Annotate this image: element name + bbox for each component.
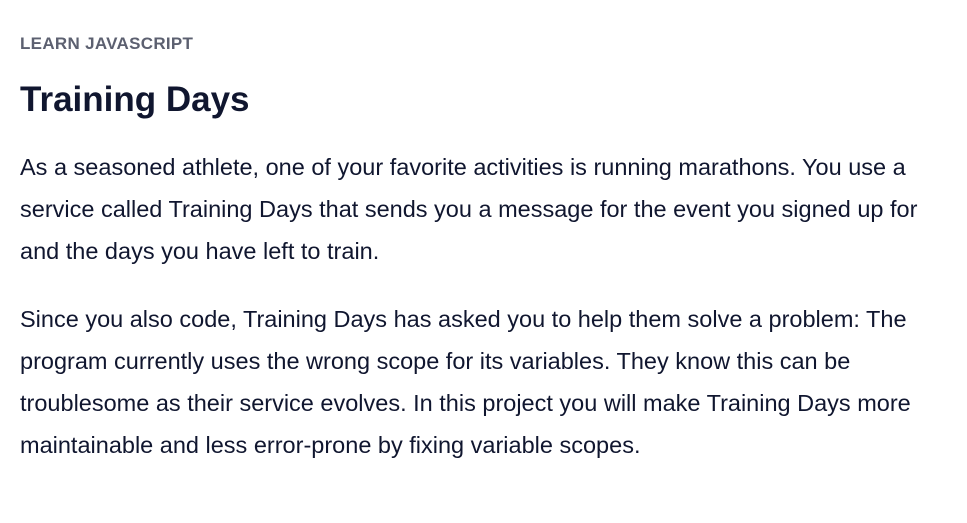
task-paragraph: Since you also code, Training Days has a… bbox=[20, 306, 911, 458]
course-category: LEARN JAVASCRIPT bbox=[20, 34, 194, 53]
page-title: Training Days bbox=[20, 80, 250, 119]
intro-paragraph: As a seasoned athlete, one of your favor… bbox=[20, 154, 918, 264]
